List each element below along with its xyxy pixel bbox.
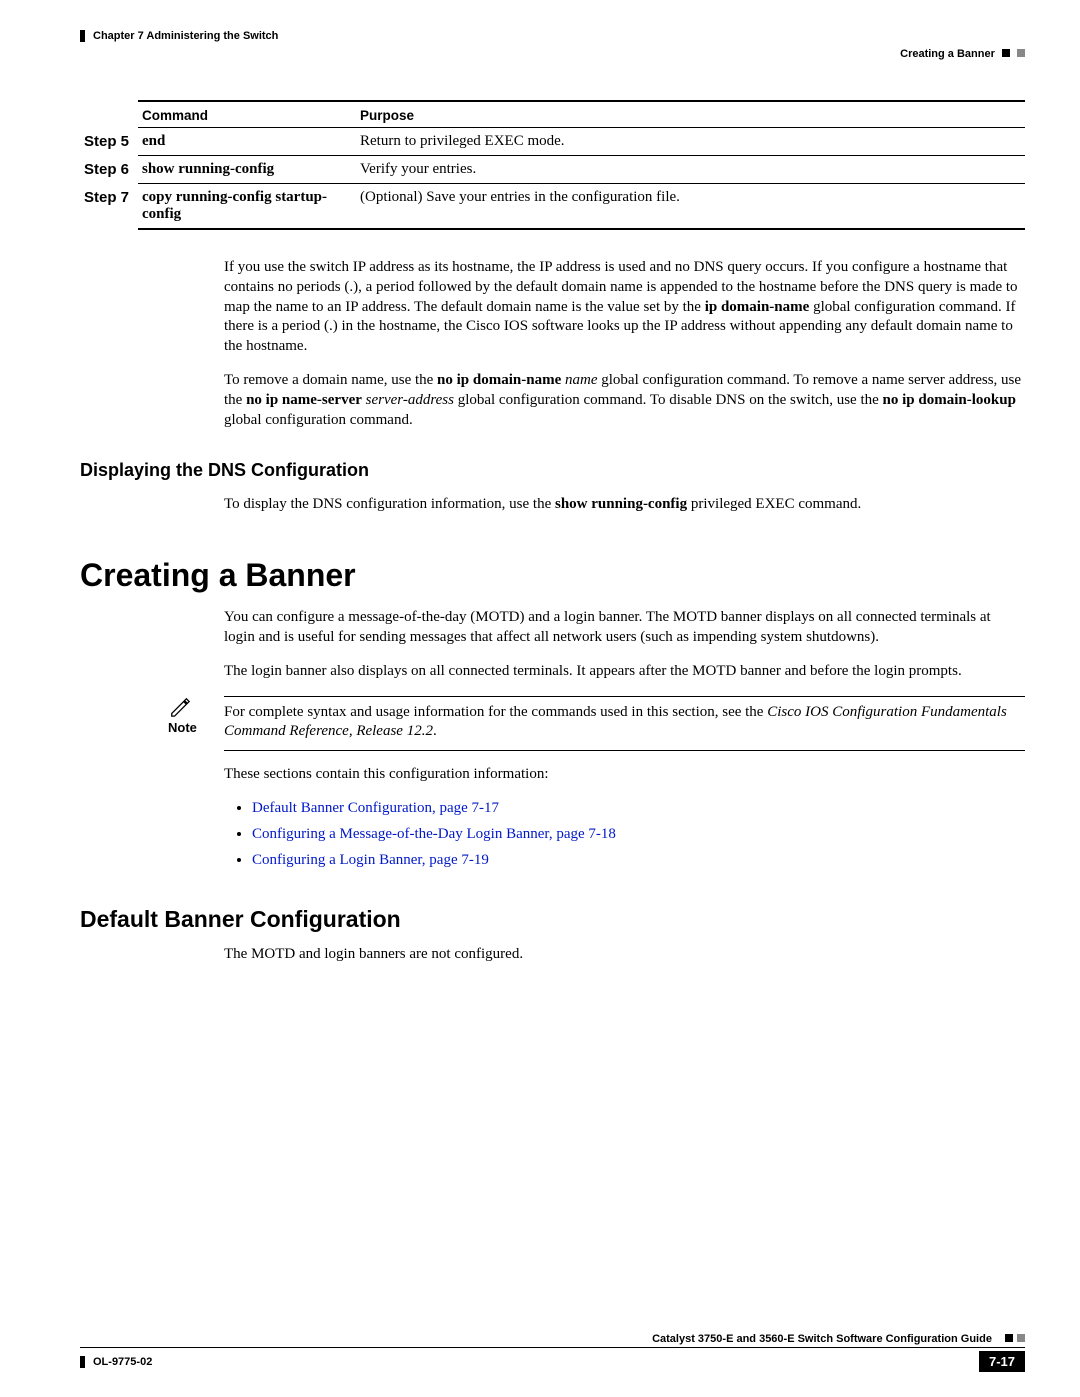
link-item[interactable]: Default Banner Configuration, page 7-17	[252, 799, 1025, 819]
heading-default-banner: Default Banner Configuration	[80, 906, 1025, 933]
link-item[interactable]: Configuring a Message-of-the-Day Login B…	[252, 825, 1025, 845]
step-label: Step 7	[80, 184, 138, 230]
note-block: Note For complete syntax and usage infor…	[224, 696, 1025, 752]
page-number-badge: 7-17	[979, 1351, 1025, 1372]
step-label: Step 6	[80, 156, 138, 184]
header-section-right: Creating a Banner	[80, 48, 1025, 60]
purpose-cell: (Optional) Save your entries in the conf…	[356, 184, 1025, 230]
decor-square-dark	[1005, 1334, 1013, 1342]
paragraph: These sections contain this configuratio…	[224, 765, 1025, 785]
paragraph: The login banner also displays on all co…	[224, 662, 1025, 682]
chapter-label: Chapter 7 Administering the Switch	[93, 30, 278, 42]
command-cell: copy running-config startup-config	[138, 184, 356, 230]
footer-doc-id: OL-9775-02	[93, 1356, 152, 1368]
decor-square-light	[1017, 49, 1025, 57]
paragraph: The MOTD and login banners are not confi…	[224, 945, 1025, 965]
paragraph: To remove a domain name, use the no ip d…	[224, 371, 1025, 430]
command-cell: end	[138, 128, 356, 156]
note-label: Note	[168, 720, 197, 735]
th-command: Command	[138, 101, 356, 128]
page-footer: Catalyst 3750-E and 3560-E Switch Softwa…	[80, 1333, 1025, 1372]
command-cell: show running-config	[138, 156, 356, 184]
link-item[interactable]: Configuring a Login Banner, page 7-19	[252, 851, 1025, 871]
heading-dns: Displaying the DNS Configuration	[80, 460, 1025, 481]
table-row: Step 7 copy running-config startup-confi…	[80, 184, 1025, 230]
decor-square-light	[1017, 1334, 1025, 1342]
step-label: Step 5	[80, 128, 138, 156]
footer-bar-icon	[80, 1356, 85, 1368]
th-purpose: Purpose	[356, 101, 1025, 128]
table-row: Step 6 show running-config Verify your e…	[80, 156, 1025, 184]
paragraph: If you use the switch IP address as its …	[224, 258, 1025, 357]
command-table: Command Purpose Step 5 end Return to pri…	[80, 100, 1025, 230]
footer-guide-title: Catalyst 3750-E and 3560-E Switch Softwa…	[652, 1333, 992, 1345]
paragraph: To display the DNS configuration informa…	[224, 495, 1025, 515]
section-right-text: Creating a Banner	[900, 48, 995, 60]
table-row: Step 5 end Return to privileged EXEC mod…	[80, 128, 1025, 156]
note-text: For complete syntax and usage informatio…	[224, 696, 1025, 752]
heading-creating-banner: Creating a Banner	[80, 557, 1025, 594]
purpose-cell: Verify your entries.	[356, 156, 1025, 184]
purpose-cell: Return to privileged EXEC mode.	[356, 128, 1025, 156]
decor-square-dark	[1002, 49, 1010, 57]
pencil-icon	[168, 696, 192, 718]
header-bar-icon	[80, 30, 85, 42]
link-list: Default Banner Configuration, page 7-17 …	[224, 799, 1025, 870]
paragraph: You can configure a message-of-the-day (…	[224, 608, 1025, 648]
header-chapter-line: Chapter 7 Administering the Switch	[80, 30, 1025, 42]
